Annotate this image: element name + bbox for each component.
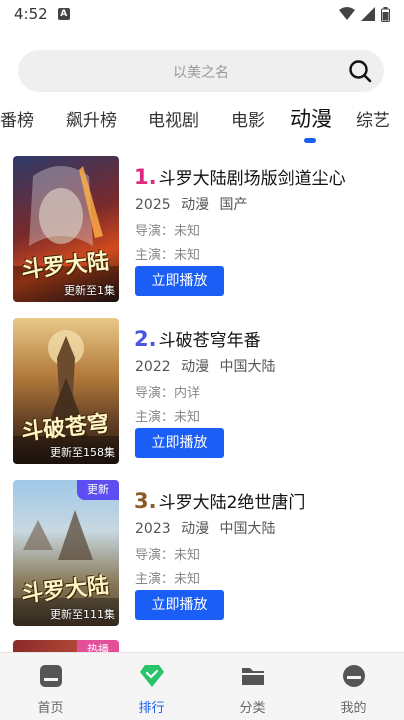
item-category: 动漫 (181, 359, 210, 375)
nav-profile[interactable]: 我的 (303, 653, 404, 720)
item-cast: 主演：未知 (135, 572, 201, 587)
nav-category[interactable]: 分类 (202, 653, 303, 720)
nav-label-ranking: 排行 (138, 701, 165, 716)
item-cast: 主演：未知 (135, 410, 201, 425)
list-item[interactable]: 斗破苍穹 更新至158集 2. 斗破苍穹年番 2022 动漫 中国大陆 导演：内详… (0, 314, 404, 464)
poster-image[interactable]: 斗罗大陆 更新 更新至111集 (13, 480, 119, 626)
title-text: 斗罗大陆剧场版剑道尘心 (158, 169, 346, 189)
play-now-button[interactable]: 立即播放 (135, 266, 224, 296)
item-category: 动漫 (181, 197, 210, 213)
notification-icon: A (57, 8, 70, 20)
item-meta: 2023 动漫 中国大陆 (135, 518, 282, 538)
signal-icon (361, 7, 375, 21)
wifi-icon (339, 7, 355, 20)
status-time: 4:52 (14, 5, 48, 23)
item-director: 导演：内详 (135, 386, 201, 401)
item-year: 2022 (135, 359, 171, 375)
rank-number: 3. (134, 489, 157, 513)
folder-icon (241, 668, 264, 685)
item-year: 2025 (135, 197, 171, 213)
item-title[interactable]: 3. 斗罗大陆2绝世唐门 (134, 488, 305, 513)
category-tabs: 番榜 飙升榜 电视剧 电影 动漫 综艺 (0, 100, 404, 146)
item-director: 导演：未知 (135, 548, 201, 563)
list-item[interactable]: 斗罗大陆 更新至1集 1. 斗罗大陆剧场版剑道尘心 2025 动漫 国产 导演：未… (0, 152, 404, 302)
item-title[interactable]: 1. 斗罗大陆剧场版剑道尘心 (134, 164, 346, 189)
tab-variety[interactable]: 综艺 (356, 106, 390, 131)
new-badge: 更新 (77, 480, 119, 500)
rank-number: 2. (134, 327, 157, 351)
tab-anime[interactable]: 动漫 (290, 103, 332, 133)
poster-image[interactable]: 斗破苍穹 更新至158集 (13, 318, 119, 464)
nav-home[interactable]: 首页 (0, 653, 101, 720)
play-now-button[interactable]: 立即播放 (135, 428, 224, 458)
ranking-list: 斗罗大陆 更新至1集 1. 斗罗大陆剧场版剑道尘心 2025 动漫 国产 导演：未… (0, 152, 404, 652)
tab-movie[interactable]: 电影 (231, 106, 265, 131)
battery-icon (381, 6, 390, 22)
poster-image[interactable]: 斗罗大陆 更新至1集 (13, 156, 119, 302)
bottom-nav: 首页 排行 分类 我的 (0, 652, 404, 720)
item-region: 中国大陆 (219, 359, 276, 375)
status-bar: 4:52 A (0, 0, 404, 28)
nav-label-profile: 我的 (340, 701, 367, 716)
item-meta: 2025 动漫 国产 (135, 194, 254, 214)
search-placeholder: 以美之名 (173, 65, 229, 81)
list-item[interactable]: 斗罗大陆 更新 更新至111集 3. 斗罗大陆2绝世唐门 2023 动漫 中国大陆… (0, 476, 404, 626)
item-director: 导演：未知 (135, 224, 201, 239)
poster-image-peek[interactable]: 热播 (13, 640, 119, 652)
tab-tv[interactable]: 电视剧 (148, 106, 199, 131)
tab-fanbang[interactable]: 番榜 (0, 106, 34, 131)
tab-trending[interactable]: 飙升榜 (66, 106, 117, 131)
tab-active-indicator (304, 138, 316, 143)
hot-badge: 热播 (77, 640, 119, 652)
nav-label-category: 分类 (239, 701, 266, 716)
nav-label-home: 首页 (37, 701, 64, 716)
rank-number: 1. (134, 165, 157, 189)
search-icon[interactable] (348, 59, 372, 83)
profile-icon (342, 665, 365, 687)
status-icons (339, 6, 390, 22)
item-title[interactable]: 2. 斗破苍穹年番 (134, 326, 261, 351)
ranking-icon (139, 665, 164, 687)
play-now-button[interactable]: 立即播放 (135, 590, 224, 620)
home-icon (39, 665, 62, 687)
poster-update-label: 更新至158集 (50, 446, 115, 459)
item-meta: 2022 动漫 中国大陆 (135, 356, 282, 376)
nav-ranking[interactable]: 排行 (101, 653, 202, 720)
item-cast: 主演：未知 (135, 248, 201, 263)
item-region: 国产 (219, 197, 248, 213)
search-bar[interactable]: 以美之名 (18, 50, 384, 92)
title-text: 斗破苍穹年番 (158, 331, 261, 351)
poster-update-label: 更新至1集 (64, 284, 115, 297)
title-text: 斗罗大陆2绝世唐门 (158, 493, 306, 513)
item-region: 中国大陆 (219, 521, 276, 537)
item-year: 2023 (135, 521, 171, 537)
poster-update-label: 更新至111集 (50, 608, 115, 621)
item-category: 动漫 (181, 521, 210, 537)
